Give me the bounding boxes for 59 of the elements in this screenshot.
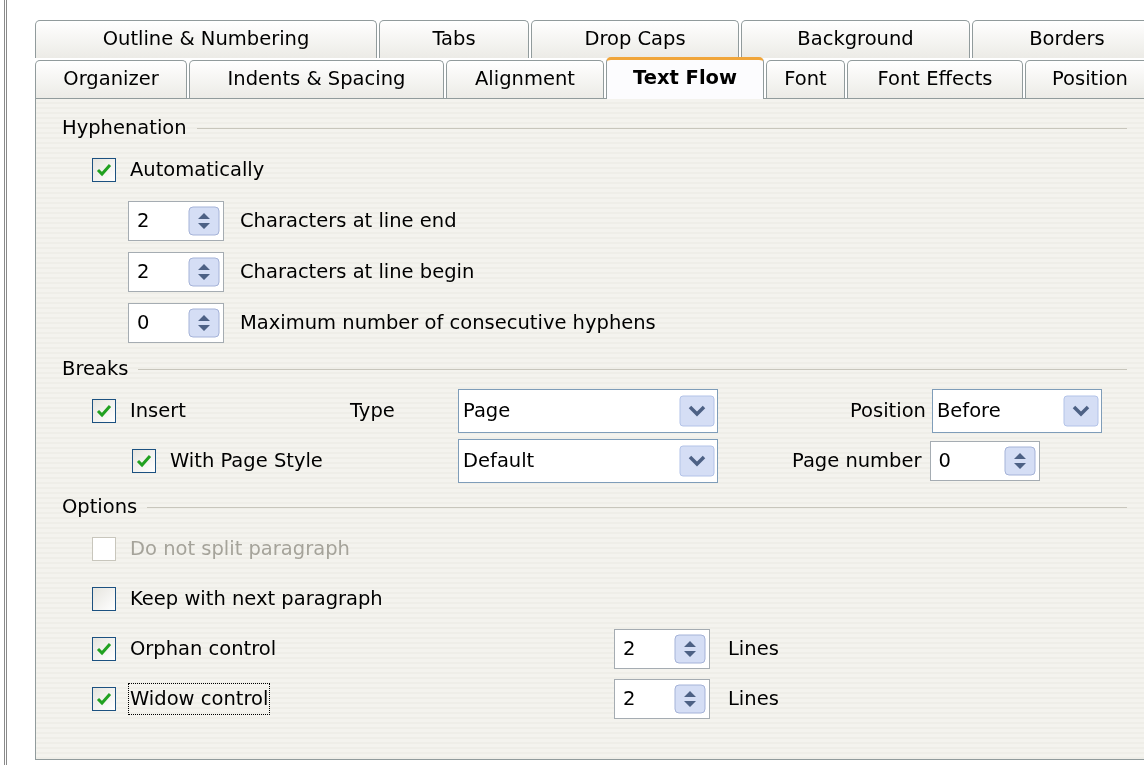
field-label: Maximum number of consecutive hyphens [239,309,657,336]
field-label: Page number [791,448,923,475]
spin-arrows-icon[interactable] [188,307,220,338]
dropdown[interactable]: Before [931,389,1102,433]
checkmark-icon [96,642,112,656]
tab[interactable]: Background [741,20,970,58]
tab[interactable]: Alignment [446,60,604,98]
spin-field[interactable]: 2 [128,251,224,292]
tab[interactable]: Position [1025,60,1144,98]
checkbox-label: Orphan control [129,636,278,663]
checkbox[interactable] [92,637,116,661]
spin-arrows-icon[interactable] [188,205,220,236]
tab[interactable]: Borders [972,20,1144,58]
spin-field[interactable]: 2 [614,629,710,669]
tab[interactable]: Outline & Numbering [35,20,377,58]
checkbox-label: Keep with next paragraph [129,586,384,613]
chevron-down-icon[interactable] [679,445,715,477]
section-title: Breaks [62,356,129,383]
spin-field[interactable]: 0 [128,302,224,343]
tab[interactable]: Indents & Spacing [189,60,444,98]
checkmark-icon [136,454,152,468]
checkbox[interactable] [92,158,116,182]
checkbox[interactable] [132,449,156,473]
chevron-down-icon[interactable] [1062,395,1099,427]
spin-arrows-icon[interactable] [674,634,706,664]
checkbox-label: Widow control [128,683,271,715]
spin-field[interactable]: 2 [128,200,224,241]
checkbox[interactable] [92,399,116,423]
checkbox-label: Insert [129,398,187,425]
tab[interactable]: Text Flow [606,57,764,99]
checkbox[interactable] [92,687,116,711]
dropdown[interactable]: Default [458,439,718,483]
tab[interactable]: Organizer [35,60,187,98]
section-title: Hyphenation [62,115,187,142]
field-label: Type [349,398,396,425]
checkbox-label: With Page Style [169,448,324,475]
checkmark-icon [96,163,112,177]
spin-field[interactable]: 0 [929,441,1040,481]
checkmark-icon [96,404,112,418]
checkbox-label: Automatically [129,157,266,184]
unit-label: Lines [727,686,780,713]
checkmark-icon [96,692,112,706]
spin-arrows-icon[interactable] [1003,446,1036,476]
tab[interactable]: Drop Caps [531,20,739,58]
tab[interactable]: Tabs [379,20,529,58]
spin-arrows-icon[interactable] [674,684,706,714]
spin-field[interactable]: 2 [614,679,710,719]
field-label: Characters at line end [239,207,458,234]
field-label: Characters at line begin [239,258,476,285]
section-title: Options [62,494,138,521]
checkbox-label: Do not split paragraph [129,536,351,563]
spin-arrows-icon[interactable] [188,256,220,287]
checkbox[interactable] [92,587,116,611]
tab[interactable]: Font [766,60,845,98]
dropdown[interactable]: Page [458,389,718,433]
chevron-down-icon[interactable] [679,395,715,427]
tab[interactable]: Font Effects [847,60,1023,98]
unit-label: Lines [727,636,780,663]
field-label: Position [849,398,927,425]
